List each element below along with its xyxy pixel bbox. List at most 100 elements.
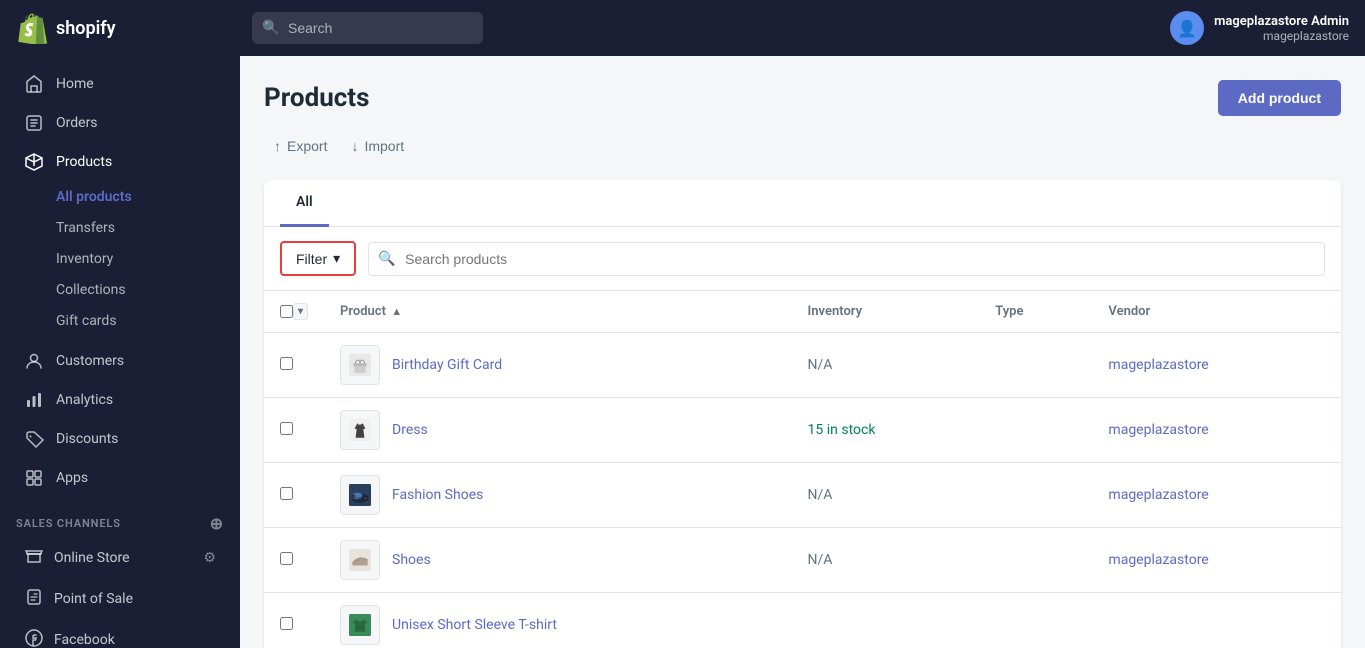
sidebar-item-orders[interactable]: Orders <box>8 104 232 142</box>
top-search-input[interactable] <box>252 12 483 44</box>
product-cell: Shoes <box>340 540 776 580</box>
table-row: Unisex Short Sleeve T-shirt <box>264 593 1341 648</box>
row-vendor-cell: mageplazastore <box>1092 333 1341 398</box>
facebook-icon <box>24 628 44 648</box>
sidebar-products-submenu: All products Transfers Inventory Collect… <box>0 182 240 341</box>
row-inventory-cell: N/A <box>792 463 980 528</box>
export-button[interactable]: ↑ Export <box>264 132 337 160</box>
sidebar-item-gift-cards[interactable]: Gift cards <box>8 306 232 336</box>
inventory-value: N/A <box>808 357 833 373</box>
online-store-label: Online Store <box>54 550 130 566</box>
row-inventory-cell: N/A <box>792 528 980 593</box>
header-checkbox-wrap: ▾ <box>280 303 308 320</box>
row-inventory-cell: N/A <box>792 333 980 398</box>
import-button[interactable]: ↓ Import <box>341 132 414 160</box>
product-name-link[interactable]: Fashion Shoes <box>392 487 483 503</box>
sidebar-navigation: Home Orders Products All products Transf… <box>0 56 240 648</box>
orders-icon <box>24 113 44 133</box>
sidebar-discounts-label: Discounts <box>56 431 118 447</box>
user-info: mageplazastore Admin mageplazastore <box>1214 14 1349 43</box>
sidebar-analytics-label: Analytics <box>56 392 113 408</box>
sidebar: Home Orders Products All products Transf… <box>0 0 240 648</box>
user-avatar[interactable]: 👤 <box>1170 11 1204 45</box>
product-thumbnail <box>340 605 380 645</box>
header-inventory: Inventory <box>792 291 980 333</box>
product-name-link[interactable]: Shoes <box>392 552 431 568</box>
vendor-value: mageplazastore <box>1108 552 1208 568</box>
row-vendor-cell: mageplazastore <box>1092 463 1341 528</box>
row-product-cell: Shoes <box>324 528 792 593</box>
row-type-cell <box>979 333 1092 398</box>
product-name-link[interactable]: Unisex Short Sleeve T-shirt <box>392 617 557 633</box>
user-area: 👤 mageplazastore Admin mageplazastore <box>1170 11 1349 45</box>
sidebar-item-analytics[interactable]: Analytics <box>8 381 232 419</box>
filter-bar: Filter ▾ 🔍 <box>264 227 1341 291</box>
products-table: ▾ Product ▲ Inventory Type Vendor <box>264 291 1341 648</box>
sales-channels-label: SALES CHANNELS <box>16 517 121 530</box>
import-label: Import <box>364 138 404 154</box>
row-checkbox[interactable] <box>280 617 293 630</box>
products-icon <box>24 152 44 172</box>
row-checkbox[interactable] <box>280 422 293 435</box>
logo-area: shopify <box>16 12 236 44</box>
page-header: Products Add product <box>264 80 1341 116</box>
row-checkbox[interactable] <box>280 357 293 370</box>
header-type: Type <box>979 291 1092 333</box>
sidebar-item-products[interactable]: Products <box>8 143 232 181</box>
product-name-link[interactable]: Dress <box>392 422 428 438</box>
product-sort-icon[interactable]: ▲ <box>391 305 402 318</box>
add-product-button[interactable]: Add product <box>1218 80 1341 116</box>
header-checkbox-cell: ▾ <box>264 291 324 333</box>
sidebar-item-home[interactable]: Home <box>8 65 232 103</box>
search-products-wrap: 🔍 <box>368 242 1325 276</box>
main-content: Products Add product ↑ Export ↓ Import A… <box>240 56 1365 648</box>
product-cell: Fashion Shoes <box>340 475 776 515</box>
product-name-link[interactable]: Birthday Gift Card <box>392 357 502 373</box>
sidebar-item-facebook[interactable]: Facebook <box>8 620 232 648</box>
inventory-value: 15 in stock <box>808 422 876 438</box>
sidebar-customers-label: Customers <box>56 353 124 369</box>
sidebar-item-customers[interactable]: Customers <box>8 342 232 380</box>
sidebar-item-inventory[interactable]: Inventory <box>8 244 232 274</box>
row-checkbox[interactable] <box>280 552 293 565</box>
filter-label: Filter <box>296 251 327 267</box>
search-products-input[interactable] <box>368 242 1325 276</box>
product-cell: Birthday Gift Card <box>340 345 776 385</box>
table-row: Birthday Gift Card N/A mageplazastore <box>264 333 1341 398</box>
add-sales-channel-icon[interactable]: ⊕ <box>210 514 224 533</box>
logo-text: shopify <box>56 18 116 39</box>
user-name: mageplazastore Admin <box>1214 14 1349 29</box>
pos-left: Point of Sale <box>24 587 133 611</box>
row-type-cell <box>979 593 1092 648</box>
inventory-value: N/A <box>808 552 833 568</box>
select-all-checkbox[interactable] <box>280 305 293 318</box>
home-icon <box>24 74 44 94</box>
sidebar-orders-label: Orders <box>56 115 98 131</box>
header-product: Product ▲ <box>324 291 792 333</box>
export-arrow-icon: ↑ <box>274 138 281 154</box>
vendor-value: mageplazastore <box>1108 422 1208 438</box>
row-checkbox[interactable] <box>280 487 293 500</box>
vendor-value: mageplazastore <box>1108 487 1208 503</box>
sales-channels-section: SALES CHANNELS ⊕ <box>0 498 240 537</box>
sidebar-item-apps[interactable]: Apps <box>8 459 232 497</box>
row-type-cell <box>979 528 1092 593</box>
top-search-wrap: 🔍 <box>252 12 1052 44</box>
tab-all[interactable]: All <box>280 180 329 227</box>
online-store-settings-icon[interactable]: ⚙ <box>203 550 216 566</box>
row-vendor-cell: mageplazastore <box>1092 528 1341 593</box>
products-card: All Filter ▾ 🔍 ▾ <box>264 180 1341 648</box>
filter-button[interactable]: Filter ▾ <box>280 241 356 276</box>
sidebar-item-all-products[interactable]: All products <box>8 182 232 212</box>
sidebar-item-online-store[interactable]: Online Store ⚙ <box>8 538 232 578</box>
product-thumbnail <box>340 540 380 580</box>
row-vendor-cell: mageplazastore <box>1092 398 1341 463</box>
sidebar-item-transfers[interactable]: Transfers <box>8 213 232 243</box>
pos-label: Point of Sale <box>54 591 133 607</box>
sidebar-item-collections[interactable]: Collections <box>8 275 232 305</box>
sidebar-item-point-of-sale[interactable]: Point of Sale <box>8 579 232 619</box>
facebook-left: Facebook <box>24 628 115 648</box>
sidebar-item-discounts[interactable]: Discounts <box>8 420 232 458</box>
vendor-value: mageplazastore <box>1108 357 1208 373</box>
header-checkbox-dropdown[interactable]: ▾ <box>293 303 308 320</box>
